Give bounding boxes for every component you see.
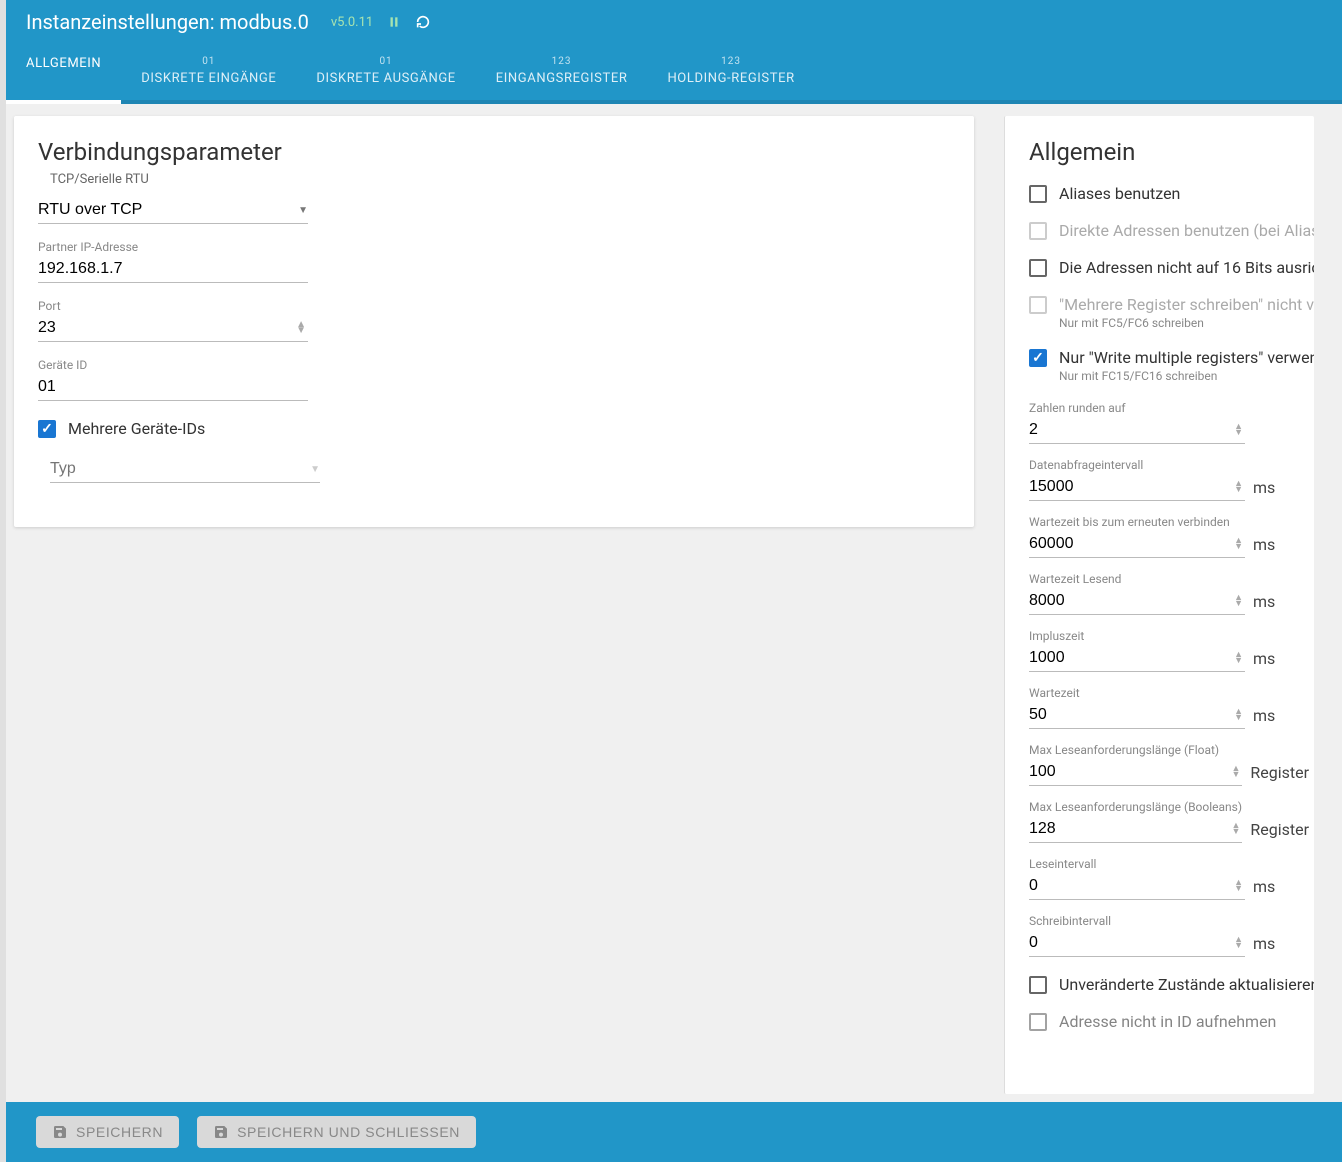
writeint-input[interactable] (1029, 930, 1232, 956)
no-multiwrite-label: "Mehrere Register schreiben" nicht verwe… (1059, 295, 1314, 314)
wait-label: Wartezeit (1029, 686, 1309, 700)
connection-panel: Verbindungsparameter TCP/Serielle RTU ▼ … (14, 116, 974, 527)
direct-addr-label: Direkte Adressen benutzen (bei Aliases) (1059, 221, 1314, 240)
stepper-icon[interactable]: ▲▼ (1232, 652, 1245, 664)
port-label: Port (38, 299, 308, 313)
poll-label: Datenabfrageintervall (1029, 458, 1309, 472)
noaddr-checkbox[interactable] (1029, 1013, 1047, 1031)
no-multiwrite-sub: Nur mit FC5/FC6 schreiben (1059, 316, 1314, 330)
direct-addr-checkbox (1029, 222, 1047, 240)
tab-diskrete-eingaenge[interactable]: 01 DISKRETE EINGÄNGE (121, 44, 296, 100)
save-close-button[interactable]: SPEICHERN UND SCHLIESSEN (197, 1116, 476, 1148)
noaddr-label: Adresse nicht in ID aufnehmen (1059, 1012, 1276, 1031)
poll-input[interactable] (1029, 474, 1232, 500)
app-header: Instanzeinstellungen: modbus.0 v5.0.11 (0, 0, 1342, 44)
conn-type-input[interactable] (38, 197, 298, 223)
round-label: Zahlen runden auf (1029, 401, 1309, 415)
ip-label: Partner IP-Adresse (38, 240, 308, 254)
pause-icon[interactable] (387, 15, 401, 29)
impulse-input[interactable] (1029, 645, 1232, 671)
save-icon (213, 1124, 229, 1140)
tab-allgemein[interactable]: ALLGEMEIN (6, 44, 121, 100)
readint-label: Leseintervall (1029, 857, 1309, 871)
no-multiwrite-checkbox (1029, 296, 1047, 314)
conn-type-label: TCP/Serielle RTU (50, 172, 950, 187)
stepper-icon[interactable]: ▲▼ (1232, 424, 1245, 436)
unit-ms: ms (1253, 649, 1309, 668)
general-panel: Allgemein Aliases benutzen Direkte Adres… (1004, 116, 1314, 1094)
only-multiwrite-sub: Nur mit FC15/FC16 schreiben (1059, 369, 1314, 383)
chevron-down-icon: ▼ (310, 464, 320, 475)
writeint-label: Schreibintervall (1029, 914, 1309, 928)
stepper-icon[interactable]: ▲▼ (1232, 538, 1245, 550)
device-id-input[interactable] (38, 374, 308, 400)
unit-ms: ms (1253, 706, 1309, 725)
page-title: Instanzeinstellungen: modbus.0 (26, 10, 309, 34)
maxfloat-label: Max Leseanforderungslänge (Float) (1029, 743, 1309, 757)
readint-input[interactable] (1029, 873, 1232, 899)
unit-ms: ms (1253, 877, 1309, 896)
version-label: v5.0.11 (331, 15, 373, 30)
multi-id-checkbox[interactable] (38, 420, 56, 438)
unit-ms: ms (1253, 535, 1309, 554)
save-button[interactable]: SPEICHERN (36, 1116, 179, 1148)
type-input[interactable] (50, 456, 310, 482)
readwait-input[interactable] (1029, 588, 1232, 614)
no16bit-checkbox[interactable] (1029, 259, 1047, 277)
unchanged-label: Unveränderte Zustände aktualisieren (1059, 975, 1314, 994)
stepper-icon[interactable]: ▲▼ (1232, 937, 1245, 949)
stepper-icon[interactable]: ▲▼ (1229, 766, 1242, 778)
only-multiwrite-checkbox[interactable] (1029, 349, 1047, 367)
footer: SPEICHERN SPEICHERN UND SCHLIESSEN (6, 1102, 1342, 1162)
refresh-icon[interactable] (415, 14, 431, 30)
ip-input[interactable] (38, 256, 308, 282)
conn-type-select[interactable]: ▼ (38, 197, 308, 224)
unit-register: Register (1250, 763, 1309, 782)
stepper-icon[interactable]: ▲▼ (294, 322, 308, 334)
readwait-label: Wartezeit Lesend (1029, 572, 1309, 586)
aliases-checkbox[interactable] (1029, 185, 1047, 203)
stepper-icon[interactable]: ▲▼ (1232, 709, 1245, 721)
maxbool-label: Max Leseanforderungslänge (Booleans) (1029, 800, 1309, 814)
stepper-icon[interactable]: ▲▼ (1232, 481, 1245, 493)
type-select[interactable]: ▼ (50, 456, 320, 483)
general-title: Allgemein (1029, 138, 1314, 166)
unit-ms: ms (1253, 934, 1309, 953)
stepper-icon[interactable]: ▲▼ (1229, 823, 1242, 835)
only-multiwrite-label: Nur "Write multiple registers" verwenden (1059, 348, 1314, 367)
tab-holding-register[interactable]: 123 HOLDING-REGISTER (647, 44, 814, 100)
aliases-label: Aliases benutzen (1059, 184, 1180, 203)
stepper-icon[interactable]: ▲▼ (1232, 880, 1245, 892)
save-icon (52, 1124, 68, 1140)
maxbool-input[interactable] (1029, 816, 1229, 842)
unit-ms: ms (1253, 478, 1309, 497)
impulse-label: Impluszeit (1029, 629, 1309, 643)
reconnect-input[interactable] (1029, 531, 1232, 557)
chevron-down-icon: ▼ (298, 205, 308, 216)
multi-id-label: Mehrere Geräte-IDs (68, 419, 205, 438)
unit-ms: ms (1253, 592, 1309, 611)
wait-input[interactable] (1029, 702, 1232, 728)
tab-eingangsregister[interactable]: 123 EINGANGSREGISTER (476, 44, 648, 100)
unchanged-checkbox[interactable] (1029, 976, 1047, 994)
tab-diskrete-ausgaenge[interactable]: 01 DISKRETE AUSGÄNGE (296, 44, 475, 100)
no16bit-label: Die Adressen nicht auf 16 Bits ausrichte… (1059, 258, 1314, 277)
tabs: ALLGEMEIN 01 DISKRETE EINGÄNGE 01 DISKRE… (0, 44, 1342, 104)
maxfloat-input[interactable] (1029, 759, 1229, 785)
round-input[interactable] (1029, 417, 1232, 443)
port-input[interactable] (38, 315, 294, 341)
stepper-icon[interactable]: ▲▼ (1232, 595, 1245, 607)
connection-title: Verbindungsparameter (38, 138, 950, 166)
reconnect-label: Wartezeit bis zum erneuten verbinden (1029, 515, 1309, 529)
device-id-label: Geräte ID (38, 358, 308, 372)
unit-register: Register (1250, 820, 1309, 839)
